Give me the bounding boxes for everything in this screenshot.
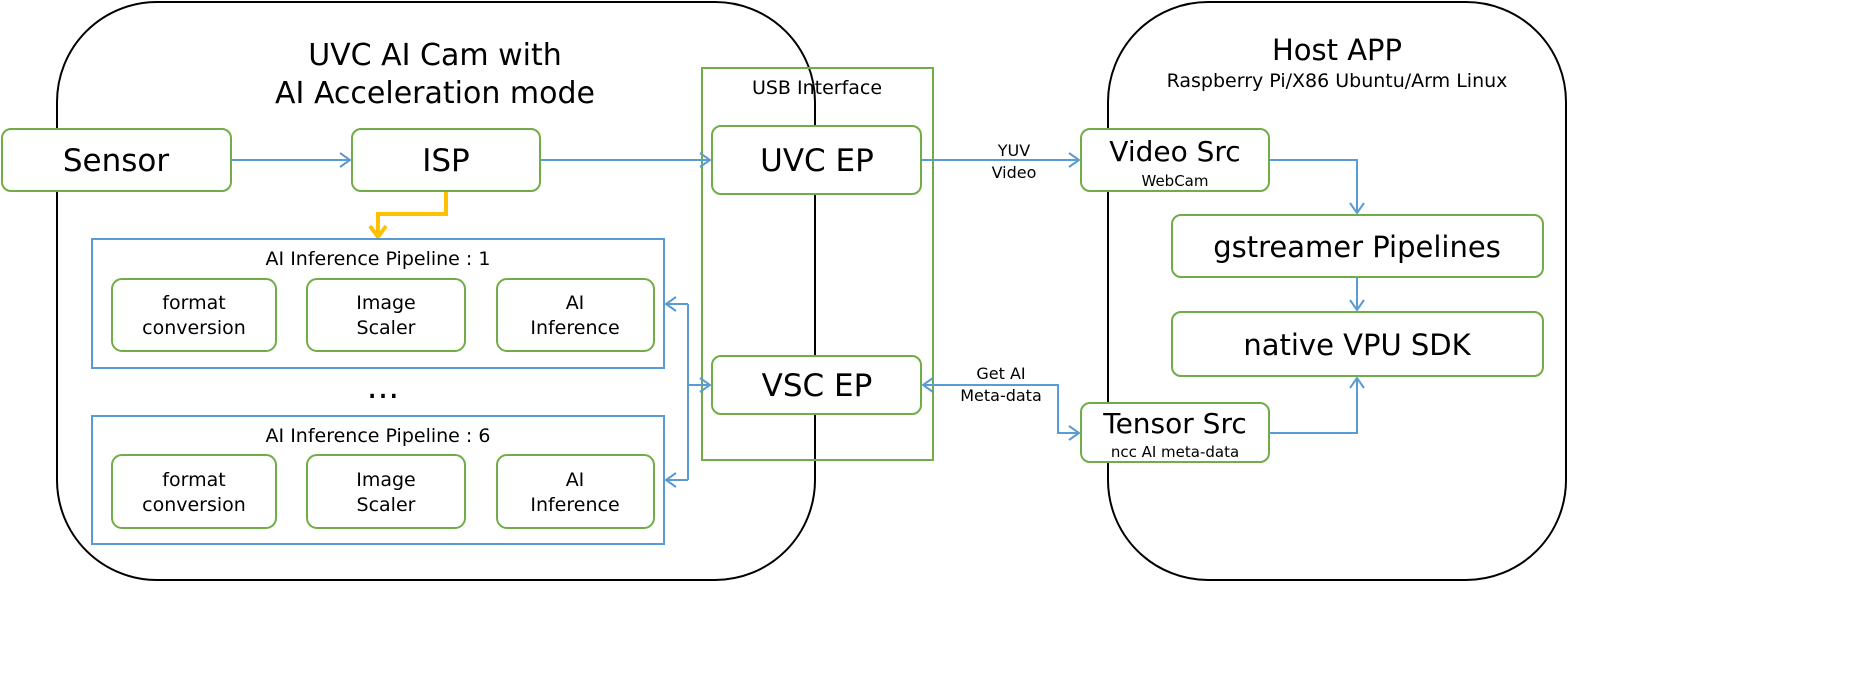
svg-text:conversion: conversion [142, 494, 246, 516]
usb-label: USB Interface [752, 77, 882, 99]
svg-text:Scaler: Scaler [357, 494, 416, 516]
uvc-ep-label: UVC EP [760, 143, 874, 179]
architecture-diagram: UVC AI Cam with AI Acceleration mode Hos… [1, 1, 1567, 581]
svg-text:AI: AI [566, 469, 585, 491]
video-label: Video [992, 163, 1037, 182]
format-conversion-box [111, 454, 277, 529]
svg-text:Image: Image [356, 292, 416, 314]
tensor-src-label: Tensor Src [1102, 407, 1247, 440]
svg-text:conversion: conversion [142, 317, 246, 339]
svg-text:format: format [162, 292, 225, 314]
camera-title-1: UVC AI Cam with [308, 38, 562, 73]
sensor-label: Sensor [63, 143, 170, 179]
video-src-label: Video Src [1109, 135, 1240, 168]
vsc-ep-label: VSC EP [762, 368, 873, 404]
svg-text:Inference: Inference [530, 494, 619, 516]
pipeline-6-label: AI Inference Pipeline : 6 [266, 425, 491, 447]
yuv-label: YUV [997, 141, 1030, 160]
camera-title-2: AI Acceleration mode [275, 76, 595, 111]
host-subtitle: Raspberry Pi/X86 Ubuntu/Arm Linux [1167, 70, 1508, 92]
image-scaler-box [306, 454, 466, 529]
isp-label: ISP [422, 143, 470, 179]
ai-inference-box [496, 454, 655, 529]
svg-text:Image: Image [356, 469, 416, 491]
video-src-sub: WebCam [1142, 172, 1209, 190]
pipeline-1: AI Inference Pipeline : 1 format convers… [91, 238, 665, 369]
vpu-sdk-label: native VPU SDK [1243, 328, 1471, 362]
svg-text:format: format [162, 469, 225, 491]
tensor-src-sub: ncc AI meta-data [1111, 443, 1239, 461]
svg-text:AI: AI [566, 292, 585, 314]
ellipsis: ... [367, 367, 399, 407]
pipeline-6: AI Inference Pipeline : 6 format convers… [91, 415, 665, 545]
get-ai-label: Get AI [976, 364, 1025, 383]
host-title: Host APP [1272, 33, 1402, 67]
format-conversion-box [111, 278, 277, 352]
svg-text:Inference: Inference [530, 317, 619, 339]
ai-inference-box [496, 278, 655, 352]
pipeline-1-label: AI Inference Pipeline : 1 [266, 248, 491, 270]
image-scaler-box [306, 278, 466, 352]
svg-text:Scaler: Scaler [357, 317, 416, 339]
gstreamer-label: gstreamer Pipelines [1213, 230, 1501, 264]
meta-data-label: Meta-data [960, 386, 1042, 405]
